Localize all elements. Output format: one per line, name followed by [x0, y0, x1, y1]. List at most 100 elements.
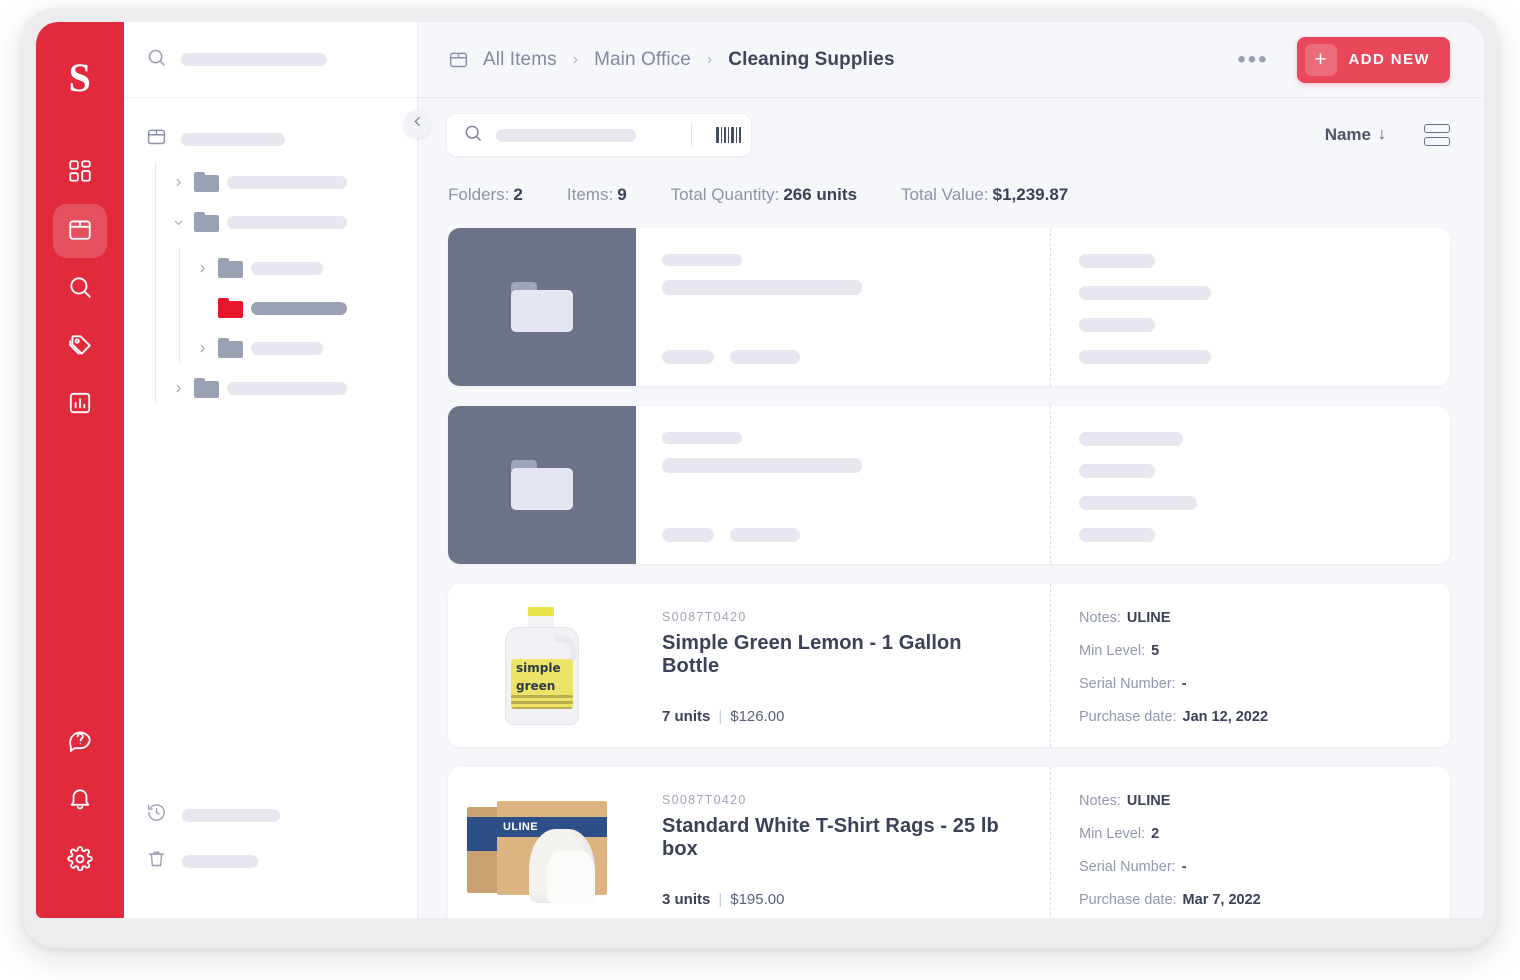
meta-label: Serial Number: — [1079, 676, 1176, 692]
breadcrumb-separator: › — [706, 50, 713, 68]
nav-tags[interactable] — [53, 320, 107, 374]
chevron-right-icon[interactable] — [194, 340, 210, 356]
meta-min-level: Min Level: 2 — [1079, 826, 1426, 842]
stat-value: 2 — [513, 185, 523, 204]
rail-bottom-group — [53, 714, 107, 890]
tree-node[interactable] — [124, 162, 417, 202]
tree-search-placeholder — [181, 53, 327, 66]
collapse-panel-button[interactable] — [403, 110, 431, 138]
tree-level-2 — [124, 248, 417, 368]
meta-value: - — [1181, 676, 1187, 692]
stat-label: Total Value: — [901, 185, 989, 204]
item-separator: | — [718, 891, 723, 908]
skeleton-line — [1079, 464, 1155, 478]
history-label — [182, 808, 280, 822]
item-quantity-price: 7 units | $126.00 — [662, 708, 1022, 725]
nav-help[interactable] — [53, 714, 107, 768]
item-card[interactable]: ULINE S0087T0420 Standard White T-Shirt … — [448, 767, 1450, 918]
skeleton-line — [1079, 432, 1183, 446]
toolbar: Name ↓ — [418, 98, 1484, 172]
meta-label: Min Level: — [1079, 643, 1146, 659]
search-icon — [463, 123, 483, 148]
barcode-icon[interactable] — [705, 127, 751, 143]
tree-node[interactable] — [124, 248, 417, 288]
folder-card[interactable] — [448, 406, 1450, 564]
skeleton-line — [730, 528, 800, 542]
nav-dashboard[interactable] — [53, 146, 107, 200]
tree-search-field[interactable] — [124, 22, 417, 98]
meta-value: - — [1181, 859, 1187, 875]
breadcrumb-separator: › — [572, 50, 579, 68]
skeleton-line — [662, 458, 862, 473]
skeleton-line — [1079, 496, 1197, 510]
chevron-right-icon[interactable] — [194, 260, 210, 276]
nav-inventory[interactable] — [53, 204, 107, 258]
nav-notifications[interactable] — [53, 774, 107, 828]
tree-node-label — [251, 261, 323, 275]
tree-node-label — [251, 341, 323, 355]
skeleton-line — [1079, 254, 1155, 268]
chevron-right-icon[interactable] — [170, 174, 186, 190]
nav-search[interactable] — [53, 262, 107, 316]
stat-label: Items: — [566, 185, 614, 204]
folder-icon — [194, 378, 219, 398]
folder-card[interactable] — [448, 228, 1450, 386]
nav-reports[interactable] — [53, 378, 107, 432]
meta-label: Purchase date: — [1079, 892, 1177, 908]
breadcrumb-item-main-office[interactable]: Main Office — [594, 49, 691, 71]
folder-icon — [194, 212, 219, 232]
sort-control[interactable]: Name ↓ — [1325, 125, 1386, 145]
item-price: $126.00 — [730, 708, 785, 725]
stat-total-quantity: Total Quantity: 266 units — [671, 185, 857, 205]
history-item[interactable] — [124, 792, 417, 838]
uline-rags-box-image: ULINE — [467, 793, 617, 905]
meta-label: Notes: — [1079, 610, 1121, 626]
stat-label: Folders: — [448, 185, 510, 204]
list-view-icon[interactable] — [1424, 124, 1450, 146]
tree-node[interactable] — [124, 368, 417, 408]
app-screen: S All Items › Main Office › Cleaning Sup… — [36, 22, 1484, 918]
meta-label: Purchase date: — [1079, 709, 1177, 725]
sort-label: Name — [1324, 125, 1371, 144]
breadcrumb-box-icon — [448, 49, 469, 70]
trash-item[interactable] — [124, 838, 417, 884]
add-new-button[interactable]: + ADD NEW — [1296, 36, 1450, 83]
stat-items: Items: 9 — [567, 185, 627, 205]
gear-icon — [67, 845, 93, 877]
item-price: $195.00 — [730, 891, 785, 908]
history-icon — [146, 802, 167, 828]
item-card-body: S0087T0420 Simple Green Lemon - 1 Gallon… — [636, 584, 1050, 747]
trash-label — [182, 854, 258, 868]
meta-value: ULINE — [1126, 610, 1171, 626]
meta-serial-number: Serial Number: - — [1079, 859, 1426, 875]
bottle-label-line2: green — [516, 678, 556, 693]
tree-node-selected[interactable] — [124, 288, 417, 328]
folder-icon — [218, 338, 243, 358]
tree-root-node[interactable] — [124, 122, 417, 156]
stat-value: 266 units — [783, 185, 858, 204]
stats-row: Folders: 2 Items: 9 Total Quantity: 266 uni… — [418, 172, 1484, 218]
chevron-down-icon[interactable] — [170, 214, 186, 230]
primary-nav-rail: S — [36, 22, 124, 918]
search-divider — [691, 124, 692, 146]
tree-node[interactable] — [124, 202, 417, 242]
top-bar: All Items › Main Office › Cleaning Suppl… — [418, 22, 1484, 98]
search-input[interactable] — [446, 113, 752, 157]
skeleton-line — [662, 280, 862, 295]
skeleton-line — [662, 528, 714, 542]
search-icon — [146, 47, 167, 73]
meta-label: Min Level: — [1079, 826, 1146, 842]
grid-icon — [67, 158, 93, 189]
folder-icon-active — [218, 298, 243, 318]
tree-footer — [124, 792, 417, 918]
skeleton-line — [662, 350, 714, 364]
box-icon — [67, 216, 93, 247]
chevron-right-icon[interactable] — [170, 380, 186, 396]
more-options-button[interactable]: ••• — [1223, 47, 1282, 72]
item-card[interactable]: simple green S0087T0420 Simple Green Lem… — [448, 584, 1450, 747]
skeleton-line — [730, 350, 800, 364]
folder-card-meta — [1050, 228, 1450, 386]
breadcrumb-item-all-items[interactable]: All Items — [483, 49, 557, 71]
tree-node[interactable] — [124, 328, 417, 368]
nav-settings[interactable] — [53, 834, 107, 888]
